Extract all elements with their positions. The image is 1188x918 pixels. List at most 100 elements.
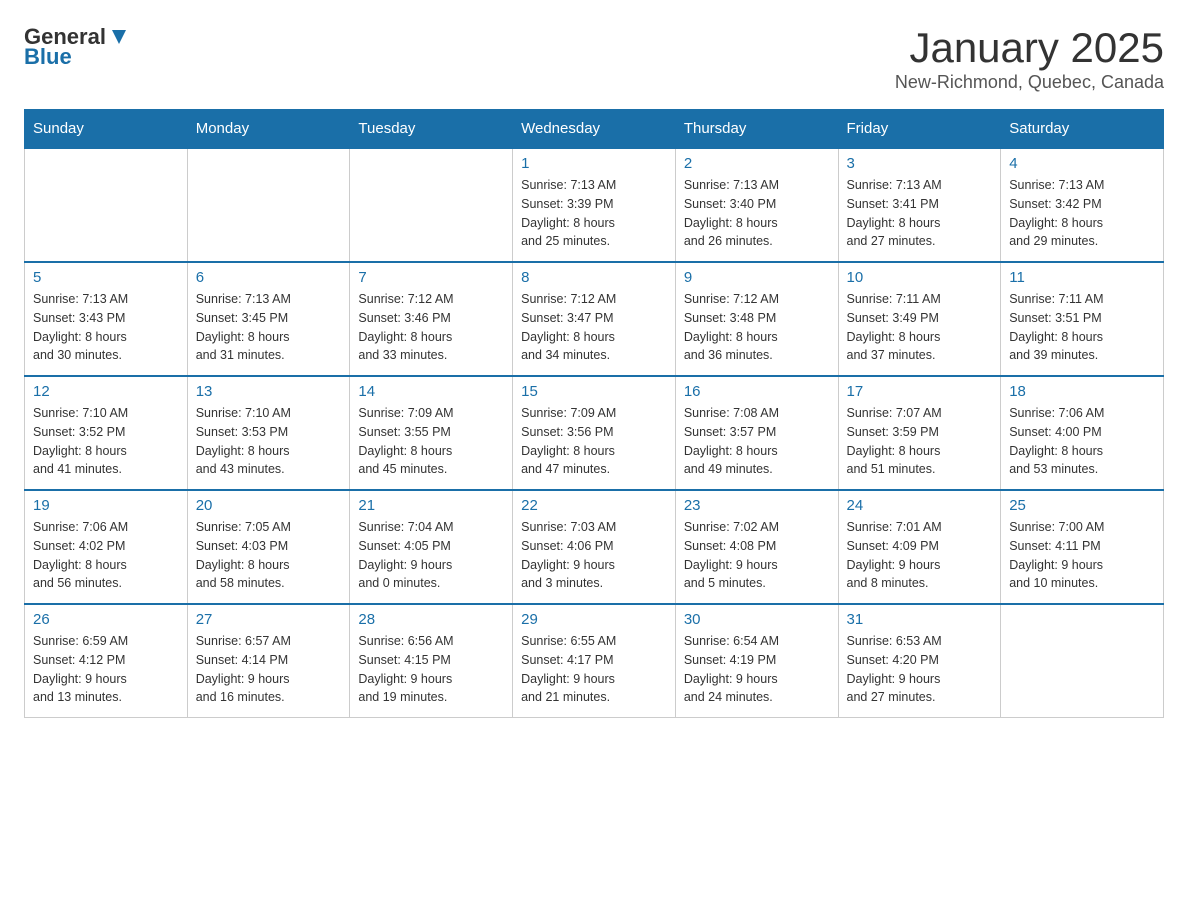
day-cell: 22 Sunrise: 7:03 AM Sunset: 4:06 PM Dayli… [513,490,676,604]
week-row-4: 19Sunrise: 7:06 AM Sunset: 4:02 PM Dayli… [25,490,1164,604]
day-info: Sunrise: 7:08 AM Sunset: 3:57 PM Dayligh… [684,404,830,479]
day-number: 23 [684,497,830,514]
day-info: Sunrise: 7:10 AM Sunset: 3:52 PM Dayligh… [33,404,179,479]
day-number: 11 [1009,269,1155,286]
day-number: 24 [847,497,993,514]
day-cell: 13 Sunrise: 7:10 AM Sunset: 3:53 PM Dayli… [187,376,350,490]
day-number: 18 [1009,383,1155,400]
day-info: Sunrise: 7:07 AM Sunset: 3:59 PM Dayligh… [847,404,993,479]
day-info: Sunrise: 7:13 AM Sunset: 3:40 PM Dayligh… [684,176,830,251]
day-number: 29 [521,611,667,628]
day-number: 17 [847,383,993,400]
day-cell: 2 Sunrise: 7:13 AM Sunset: 3:40 PM Daylig… [675,148,838,262]
day-cell: 27 Sunrise: 6:57 AM Sunset: 4:14 PM Dayli… [187,604,350,718]
logo: General Blue [24,24,130,70]
day-number: 19 [33,497,179,514]
day-info: Sunrise: 7:00 AM Sunset: 4:11 PM Dayligh… [1009,518,1155,593]
week-row-2: 5 Sunrise: 7:13 AM Sunset: 3:43 PM Daylig… [25,262,1164,376]
location: New-Richmond, Quebec, Canada [895,72,1164,93]
day-info: Sunrise: 7:09 AM Sunset: 3:55 PM Dayligh… [358,404,504,479]
day-info: Sunrise: 7:04 AM Sunset: 4:05 PM Dayligh… [358,518,504,593]
day-cell: 19Sunrise: 7:06 AM Sunset: 4:02 PM Dayli… [25,490,188,604]
day-info: Sunrise: 7:02 AM Sunset: 4:08 PM Dayligh… [684,518,830,593]
column-header-saturday: Saturday [1001,110,1164,149]
day-cell: 21 Sunrise: 7:04 AM Sunset: 4:05 PM Dayli… [350,490,513,604]
day-number: 7 [358,269,504,286]
calendar-header-row: SundayMondayTuesdayWednesdayThursdayFrid… [25,110,1164,149]
logo-blue: Blue [24,44,72,70]
day-number: 15 [521,383,667,400]
day-cell [25,148,188,262]
day-info: Sunrise: 7:11 AM Sunset: 3:51 PM Dayligh… [1009,290,1155,365]
column-header-monday: Monday [187,110,350,149]
day-cell: 1 Sunrise: 7:13 AM Sunset: 3:39 PM Daylig… [513,148,676,262]
column-header-thursday: Thursday [675,110,838,149]
day-number: 1 [521,155,667,172]
week-row-5: 26 Sunrise: 6:59 AM Sunset: 4:12 PM Dayli… [25,604,1164,718]
day-number: 27 [196,611,342,628]
day-info: Sunrise: 7:11 AM Sunset: 3:49 PM Dayligh… [847,290,993,365]
day-cell: 18 Sunrise: 7:06 AM Sunset: 4:00 PM Dayli… [1001,376,1164,490]
day-cell: 23 Sunrise: 7:02 AM Sunset: 4:08 PM Dayli… [675,490,838,604]
day-cell [1001,604,1164,718]
calendar-table: SundayMondayTuesdayWednesdayThursdayFrid… [24,109,1164,718]
day-number: 3 [847,155,993,172]
day-cell: 29Sunrise: 6:55 AM Sunset: 4:17 PM Dayli… [513,604,676,718]
day-info: Sunrise: 6:57 AM Sunset: 4:14 PM Dayligh… [196,632,342,707]
day-number: 22 [521,497,667,514]
day-info: Sunrise: 7:12 AM Sunset: 3:48 PM Dayligh… [684,290,830,365]
day-cell: 7Sunrise: 7:12 AM Sunset: 3:46 PM Daylig… [350,262,513,376]
day-number: 13 [196,383,342,400]
day-number: 30 [684,611,830,628]
day-number: 4 [1009,155,1155,172]
day-info: Sunrise: 7:03 AM Sunset: 4:06 PM Dayligh… [521,518,667,593]
day-number: 25 [1009,497,1155,514]
day-number: 28 [358,611,504,628]
day-cell: 8Sunrise: 7:12 AM Sunset: 3:47 PM Daylig… [513,262,676,376]
day-number: 21 [358,497,504,514]
day-info: Sunrise: 6:53 AM Sunset: 4:20 PM Dayligh… [847,632,993,707]
day-info: Sunrise: 7:13 AM Sunset: 3:42 PM Dayligh… [1009,176,1155,251]
day-cell: 24 Sunrise: 7:01 AM Sunset: 4:09 PM Dayli… [838,490,1001,604]
month-title: January 2025 [895,24,1164,72]
day-cell: 16 Sunrise: 7:08 AM Sunset: 3:57 PM Dayli… [675,376,838,490]
day-cell: 31Sunrise: 6:53 AM Sunset: 4:20 PM Dayli… [838,604,1001,718]
day-cell: 26 Sunrise: 6:59 AM Sunset: 4:12 PM Dayli… [25,604,188,718]
day-info: Sunrise: 7:05 AM Sunset: 4:03 PM Dayligh… [196,518,342,593]
day-info: Sunrise: 7:13 AM Sunset: 3:43 PM Dayligh… [33,290,179,365]
day-info: Sunrise: 6:59 AM Sunset: 4:12 PM Dayligh… [33,632,179,707]
day-number: 5 [33,269,179,286]
day-cell: 6Sunrise: 7:13 AM Sunset: 3:45 PM Daylig… [187,262,350,376]
week-row-3: 12 Sunrise: 7:10 AM Sunset: 3:52 PM Dayli… [25,376,1164,490]
title-section: January 2025 New-Richmond, Quebec, Canad… [895,24,1164,93]
day-cell: 11 Sunrise: 7:11 AM Sunset: 3:51 PM Dayli… [1001,262,1164,376]
day-cell: 9 Sunrise: 7:12 AM Sunset: 3:48 PM Daylig… [675,262,838,376]
day-number: 14 [358,383,504,400]
day-info: Sunrise: 7:12 AM Sunset: 3:47 PM Dayligh… [521,290,667,365]
day-cell: 25 Sunrise: 7:00 AM Sunset: 4:11 PM Dayli… [1001,490,1164,604]
day-info: Sunrise: 6:56 AM Sunset: 4:15 PM Dayligh… [358,632,504,707]
column-header-sunday: Sunday [25,110,188,149]
day-cell: 17 Sunrise: 7:07 AM Sunset: 3:59 PM Dayli… [838,376,1001,490]
column-header-wednesday: Wednesday [513,110,676,149]
day-number: 9 [684,269,830,286]
day-number: 2 [684,155,830,172]
day-info: Sunrise: 7:01 AM Sunset: 4:09 PM Dayligh… [847,518,993,593]
day-number: 12 [33,383,179,400]
day-info: Sunrise: 7:13 AM Sunset: 3:39 PM Dayligh… [521,176,667,251]
day-cell: 15 Sunrise: 7:09 AM Sunset: 3:56 PM Dayli… [513,376,676,490]
day-info: Sunrise: 7:10 AM Sunset: 3:53 PM Dayligh… [196,404,342,479]
day-cell: 14 Sunrise: 7:09 AM Sunset: 3:55 PM Dayli… [350,376,513,490]
column-header-friday: Friday [838,110,1001,149]
day-cell: 20 Sunrise: 7:05 AM Sunset: 4:03 PM Dayli… [187,490,350,604]
day-info: Sunrise: 7:13 AM Sunset: 3:45 PM Dayligh… [196,290,342,365]
day-info: Sunrise: 7:09 AM Sunset: 3:56 PM Dayligh… [521,404,667,479]
day-number: 26 [33,611,179,628]
day-cell: 12 Sunrise: 7:10 AM Sunset: 3:52 PM Dayli… [25,376,188,490]
day-number: 20 [196,497,342,514]
day-number: 16 [684,383,830,400]
week-row-1: 1 Sunrise: 7:13 AM Sunset: 3:39 PM Daylig… [25,148,1164,262]
day-info: Sunrise: 7:06 AM Sunset: 4:00 PM Dayligh… [1009,404,1155,479]
day-cell: 30Sunrise: 6:54 AM Sunset: 4:19 PM Dayli… [675,604,838,718]
day-cell [350,148,513,262]
